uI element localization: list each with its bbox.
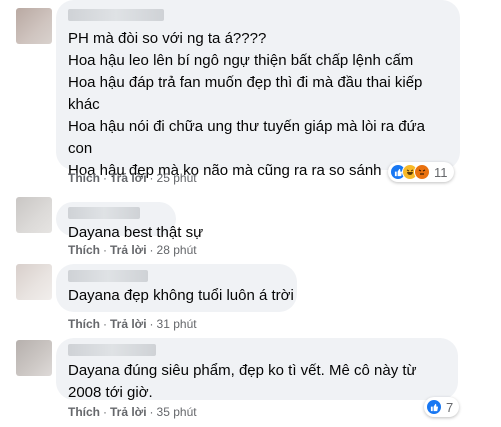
- comment-actions: Thích · Trả lời · 25 phút: [68, 171, 197, 185]
- separator-dot: ·: [103, 405, 107, 419]
- comment-line: Dayana best thật sự: [68, 224, 204, 241]
- like-icon: [426, 399, 442, 415]
- comment-line: 2008 tới giờ.: [68, 384, 153, 401]
- avatar[interactable]: [16, 264, 52, 300]
- avatar[interactable]: [16, 197, 52, 233]
- separator-dot: ·: [103, 171, 107, 185]
- comment-bubble: Dayana đẹp không tuổi luôn á trời: [56, 264, 297, 312]
- commenter-name-blurred[interactable]: [68, 9, 164, 21]
- comment-actions: Thích · Trả lời · 35 phút: [68, 405, 197, 419]
- avatar[interactable]: [16, 340, 52, 376]
- commenter-name-blurred[interactable]: [68, 270, 148, 282]
- separator-dot: ·: [103, 317, 107, 331]
- reply-button[interactable]: Trả lời: [110, 243, 147, 257]
- angry-icon: [414, 164, 430, 180]
- comment-text: PH mà đòi so với ng ta á???? Hoa hậu leo…: [68, 0, 448, 182]
- comment-line: khác: [68, 96, 100, 113]
- reaction-count: 11: [434, 164, 448, 180]
- separator-dot: ·: [149, 243, 154, 257]
- reply-button[interactable]: Trả lời: [110, 405, 147, 419]
- comment-line: Hoa hậu leo lên bí ngô ngự thiện bất chấ…: [68, 52, 414, 69]
- like-button[interactable]: Thích: [68, 317, 100, 331]
- separator-dot: ·: [103, 243, 107, 257]
- comment-line: Dayana đẹp không tuổi luôn á trời: [68, 287, 294, 304]
- like-button[interactable]: Thích: [68, 171, 100, 185]
- avatar[interactable]: [16, 8, 52, 44]
- separator-dot: ·: [149, 171, 154, 185]
- comment-bubble: Dayana best thật sự: [56, 202, 203, 241]
- reaction-count: 7: [446, 399, 454, 415]
- comment-bubble: Dayana đúng siêu phẩm, đẹp ko tì vết. Mê…: [56, 338, 458, 401]
- like-button[interactable]: Thích: [68, 405, 100, 419]
- separator-dot: ·: [149, 317, 154, 331]
- reply-button[interactable]: Trả lời: [110, 317, 147, 331]
- timestamp[interactable]: 25 phút: [157, 171, 197, 185]
- reaction-summary[interactable]: 11: [388, 162, 454, 182]
- commenter-name-blurred[interactable]: [68, 344, 156, 356]
- comment-actions: Thích · Trả lời · 28 phút: [68, 243, 197, 257]
- comment-line: PH mà đòi so với ng ta á????: [68, 30, 267, 47]
- comment-actions: Thích · Trả lời · 31 phút: [68, 317, 197, 331]
- comment-bubble: PH mà đòi so với ng ta á???? Hoa hậu leo…: [56, 0, 460, 179]
- commenter-name-blurred[interactable]: [68, 207, 140, 219]
- reply-button[interactable]: Trả lời: [110, 171, 147, 185]
- reaction-summary[interactable]: 7: [424, 397, 460, 417]
- comment-line: Hoa hậu nói đi chữa ung thư tuyến giáp m…: [68, 118, 426, 135]
- separator-dot: ·: [149, 405, 154, 419]
- comment-line: Hoa hậu đáp trả fan muốn đẹp thì đi mà đ…: [68, 74, 423, 91]
- comment-line: con: [68, 140, 93, 157]
- timestamp[interactable]: 28 phút: [157, 243, 197, 257]
- timestamp[interactable]: 31 phút: [157, 317, 197, 331]
- comment-line: Dayana đúng siêu phẩm, đẹp ko tì vết. Mê…: [68, 362, 417, 379]
- timestamp[interactable]: 35 phút: [157, 405, 197, 419]
- like-button[interactable]: Thích: [68, 243, 100, 257]
